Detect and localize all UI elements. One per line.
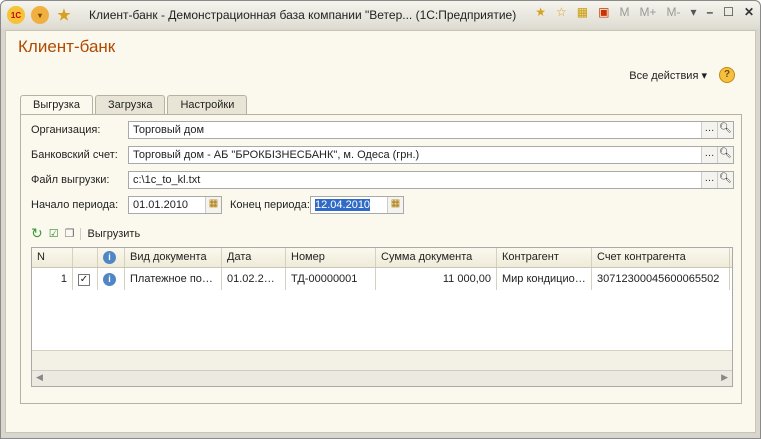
info-icon: i [103, 273, 116, 286]
memory-minus-button[interactable]: M- [666, 5, 680, 19]
calendar-icon[interactable]: ▣ [598, 5, 609, 19]
tab-import[interactable]: Загрузка [94, 95, 166, 114]
checkbox-checked-icon[interactable]: ✓ [78, 274, 90, 286]
file-field[interactable]: c:\1c_to_kl.txt … 🔍︎ [128, 171, 734, 189]
row-doc-type: Платежное пор... [125, 268, 222, 290]
col-date[interactable]: Дата [222, 248, 286, 267]
search-icon[interactable]: 🔍︎ [717, 172, 733, 188]
close-button[interactable]: ✕ [744, 5, 754, 19]
col-account[interactable]: Счет контрагента [592, 248, 730, 267]
scroll-left-icon[interactable]: ◀ [36, 372, 43, 383]
row-date: 01.02.2010 [222, 268, 286, 290]
export-panel: Организация: Торговый дом … 🔍︎ Банковский… [20, 114, 742, 404]
col-number[interactable]: Номер [286, 248, 376, 267]
account-value: Торговый дом - АБ "БРОКБІЗНЕСБАНК", м. О… [133, 149, 420, 161]
row-info: i [98, 268, 125, 290]
form: Клиент-банк Все действия ▾ ? Выгрузка За… [5, 30, 756, 433]
help-button[interactable]: ? [719, 67, 735, 83]
file-label: Файл выгрузки: [31, 174, 110, 186]
info-icon: i [103, 251, 116, 264]
col-doc-type[interactable]: Вид документа [125, 248, 222, 267]
page-title: Клиент-банк [18, 37, 116, 56]
export-button[interactable]: Выгрузить [80, 227, 140, 240]
favorites-star-icon[interactable]: ★ [55, 6, 73, 24]
row-checkbox[interactable]: ✓ [73, 268, 98, 290]
col-sum[interactable]: Сумма документа [376, 248, 497, 267]
add-favorite-icon[interactable]: ★ [535, 5, 546, 19]
tab-export[interactable]: Выгрузка [20, 95, 93, 115]
search-icon[interactable]: 🔍︎ [717, 122, 733, 138]
memory-plus-button[interactable]: M+ [639, 5, 656, 19]
select-button[interactable]: … [701, 147, 717, 163]
org-field[interactable]: Торговый дом … 🔍︎ [128, 121, 734, 139]
search-icon[interactable]: 🔍︎ [717, 147, 733, 163]
end-label: Конец периода: [230, 199, 310, 211]
bookmark-icon[interactable]: ☆ [556, 5, 567, 19]
row-account: 30712300045600065502 [592, 268, 730, 290]
row-number: ТД-00000001 [286, 268, 376, 290]
start-date-value: 01.01.2010 [133, 199, 189, 211]
window-title: Клиент-банк - Демонстрационная база комп… [89, 8, 517, 22]
col-counterparty[interactable]: Контрагент [497, 248, 592, 267]
end-date-value: 12.04.2010 [315, 199, 371, 211]
scroll-right-icon[interactable]: ▶ [721, 372, 728, 383]
org-label: Организация: [31, 124, 101, 136]
end-date-field[interactable]: 12.04.2010 ▦ [310, 196, 404, 214]
chevron-down-icon[interactable]: ▾ [690, 5, 696, 19]
row-counterparty: Мир кондицион... [497, 268, 592, 290]
table-footer [32, 350, 732, 370]
col-n[interactable]: N [32, 248, 73, 267]
account-field[interactable]: Торговый дом - АБ "БРОКБІЗНЕСБАНК", м. О… [128, 146, 734, 164]
app-logo-icon[interactable]: 1С [7, 6, 25, 24]
calendar-icon[interactable]: ▦ [387, 197, 403, 213]
calendar-icon[interactable]: ▦ [205, 197, 221, 213]
start-label: Начало периода: [31, 199, 119, 211]
uncheck-all-icon[interactable]: ❐ [65, 227, 75, 240]
main-menu-icon[interactable]: ▾ [31, 6, 49, 24]
row-sum: 11 000,00 [376, 268, 497, 290]
org-value: Торговый дом [133, 124, 205, 136]
col-info[interactable]: i [98, 248, 125, 267]
calculator-icon[interactable]: ▦ [577, 5, 588, 19]
col-check[interactable] [73, 248, 98, 267]
row-n: 1 [32, 268, 73, 290]
file-value: c:\1c_to_kl.txt [133, 174, 201, 186]
memory-button[interactable]: M [619, 5, 629, 19]
maximize-button[interactable]: ☐ [723, 5, 734, 19]
account-label: Банковский счет: [31, 149, 118, 161]
documents-table: N i Вид документа Дата Номер Сумма докум… [31, 247, 733, 387]
select-button[interactable]: … [701, 172, 717, 188]
select-button[interactable]: … [701, 122, 717, 138]
tab-settings[interactable]: Настройки [167, 95, 248, 114]
table-header: N i Вид документа Дата Номер Сумма докум… [32, 248, 732, 268]
start-date-field[interactable]: 01.01.2010 ▦ [128, 196, 222, 214]
refresh-icon[interactable]: ↻ [31, 225, 43, 242]
minimize-button[interactable]: – [706, 5, 713, 19]
all-actions-button[interactable]: Все действия ▾ [629, 69, 707, 82]
table-row[interactable]: 1 ✓ i Платежное пор... 01.02.2010 ТД-000… [32, 268, 732, 290]
window: 1С ▾ ★ Клиент-банк - Демонстрационная ба… [0, 0, 761, 439]
horizontal-scrollbar[interactable]: ◀ ▶ [32, 370, 732, 386]
check-all-icon[interactable]: ☑ [49, 227, 59, 240]
title-bar: 1С ▾ ★ Клиент-банк - Демонстрационная ба… [1, 1, 760, 29]
